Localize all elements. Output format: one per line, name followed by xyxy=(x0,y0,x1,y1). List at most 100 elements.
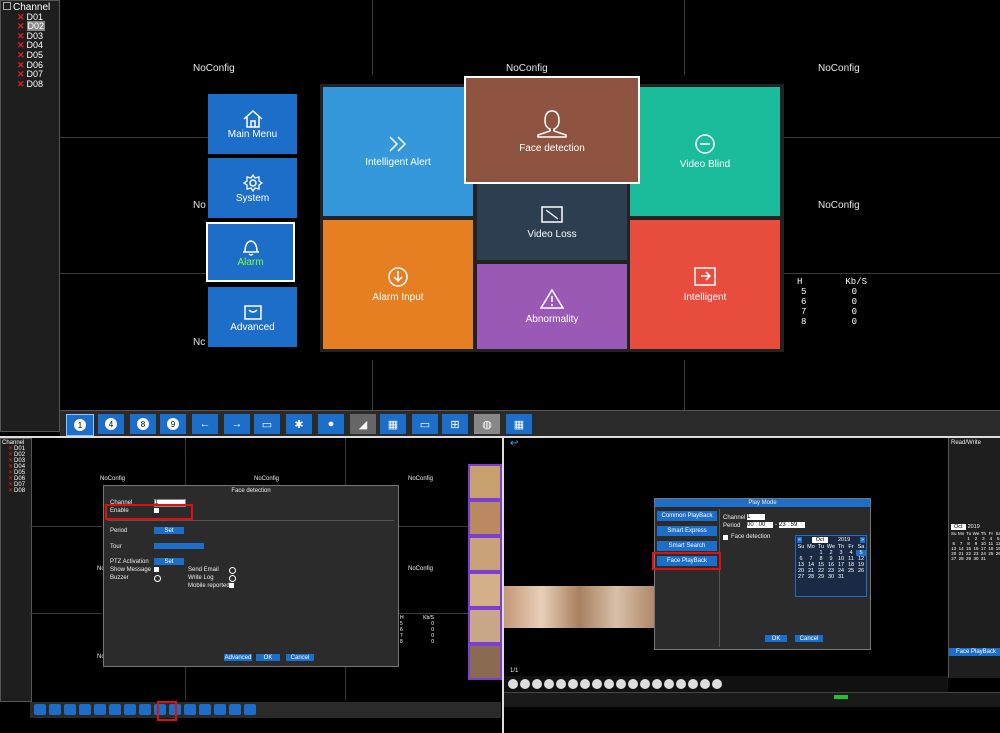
side-year-select[interactable]: 2019 xyxy=(968,524,980,530)
network-icon[interactable] xyxy=(214,704,226,715)
playback-control-icon[interactable] xyxy=(712,679,722,689)
image-icon[interactable]: ▦ xyxy=(380,414,406,434)
side-month-select[interactable]: Oct xyxy=(951,524,966,530)
playback-control-icon[interactable] xyxy=(628,679,638,689)
playback-control-icon[interactable] xyxy=(556,679,566,689)
calendar-day[interactable]: 30 xyxy=(826,574,836,580)
next-arrow-icon[interactable] xyxy=(109,704,121,715)
back-icon[interactable]: ↩ xyxy=(510,438,518,449)
channel-select[interactable]: 1 xyxy=(747,514,765,520)
calendar-day[interactable]: 31 xyxy=(836,574,846,580)
advanced-button[interactable]: Advanced xyxy=(208,287,297,347)
hdd-icon[interactable] xyxy=(229,704,241,715)
system-button[interactable]: System xyxy=(208,158,297,218)
channel-tree-item[interactable]: ✕D08 xyxy=(8,488,30,494)
playback-control-icon[interactable] xyxy=(640,679,650,689)
calendar-day[interactable]: 25 xyxy=(987,551,994,556)
calendar-day[interactable]: 25 xyxy=(846,568,856,574)
monitor-icon[interactable] xyxy=(199,704,211,715)
main-menu-button[interactable]: Main Menu xyxy=(208,94,297,154)
playback-control-icon[interactable] xyxy=(604,679,614,689)
layout-9-button[interactable] xyxy=(79,704,91,715)
grid-icon[interactable]: ▦ xyxy=(506,414,532,434)
mobile-reported-checkbox[interactable] xyxy=(229,583,234,588)
layout-8-button[interactable] xyxy=(64,704,76,715)
playback-control-icon[interactable] xyxy=(568,679,578,689)
ptz-set-button[interactable]: Set xyxy=(154,558,184,565)
send-email-checkbox[interactable] xyxy=(229,567,236,574)
ok-button[interactable]: OK xyxy=(256,654,280,661)
playback-control-icon[interactable] xyxy=(700,679,710,689)
layout-1-button[interactable] xyxy=(34,704,46,715)
previous-arrow-icon[interactable] xyxy=(94,704,106,715)
cancel-button[interactable]: Cancel xyxy=(286,654,314,661)
show-message-checkbox[interactable] xyxy=(154,567,159,572)
playback-control-icon[interactable] xyxy=(616,679,626,689)
face-detection-tile[interactable]: Face detection xyxy=(464,76,640,184)
video-blind-tile[interactable]: Video Blind xyxy=(630,87,780,216)
calendar-day[interactable]: 30 xyxy=(972,556,979,561)
face-detection-checkbox[interactable] xyxy=(723,535,728,540)
playback-control-icon[interactable] xyxy=(532,679,542,689)
channel-tree-item[interactable]: ✕D08 xyxy=(17,79,57,90)
monitor-icon[interactable]: ▭ xyxy=(412,414,438,434)
network-icon[interactable]: ⊞ xyxy=(442,414,468,434)
prev-month-icon[interactable]: « xyxy=(797,537,803,543)
intelligent-tile[interactable]: Intelligent xyxy=(630,220,780,349)
calendar-day[interactable]: 31 xyxy=(980,556,987,561)
user-icon[interactable]: ● xyxy=(318,414,344,434)
playback-control-icon[interactable] xyxy=(664,679,674,689)
year-select[interactable]: 2019 xyxy=(838,537,850,543)
playback-control-icon[interactable] xyxy=(580,679,590,689)
motion-icon[interactable] xyxy=(139,704,151,715)
layout-4-button[interactable] xyxy=(49,704,61,715)
record-icon[interactable]: ▭ xyxy=(254,414,280,434)
layout-1-button[interactable]: 1 xyxy=(66,414,94,436)
abnormality-tile[interactable]: Abnormality xyxy=(477,264,627,349)
next-arrow-icon[interactable]: → xyxy=(224,414,250,434)
playback-control-icon[interactable] xyxy=(520,679,530,689)
intelligent-alert-tile[interactable]: Intelligent Alert xyxy=(323,87,473,216)
period-set-button[interactable]: Set xyxy=(154,527,184,534)
ok-button[interactable]: OK xyxy=(765,635,787,642)
playback-control-icon[interactable] xyxy=(508,679,518,689)
calendar-day[interactable]: 26 xyxy=(995,551,1000,556)
calendar-day[interactable]: 28 xyxy=(806,574,816,580)
period-to-input[interactable]: 23 : 59 xyxy=(779,522,805,528)
play-mode-smart-search[interactable]: Smart Search xyxy=(657,541,717,551)
calendar-day[interactable]: 27 xyxy=(796,574,806,580)
calendar-day[interactable]: 29 xyxy=(965,556,972,561)
grid-icon[interactable] xyxy=(244,704,256,715)
calendar-day[interactable]: 27 xyxy=(950,556,957,561)
playback-control-icon[interactable] xyxy=(544,679,554,689)
playback-control-icon[interactable] xyxy=(676,679,686,689)
ptz-icon[interactable]: ◢ xyxy=(350,414,376,434)
motion-icon[interactable]: ✱ xyxy=(286,414,312,434)
layout-8-button[interactable]: 8 xyxy=(130,414,156,434)
tour-channel-checkboxes[interactable] xyxy=(154,543,204,549)
face-thumbnail[interactable] xyxy=(468,608,502,644)
layout-9-button[interactable]: 9 xyxy=(160,414,186,434)
playback-control-icon[interactable] xyxy=(592,679,602,689)
face-thumbnail[interactable] xyxy=(468,464,502,500)
face-thumbnail[interactable] xyxy=(468,644,502,680)
image-icon[interactable] xyxy=(184,704,196,715)
month-select[interactable]: Oct xyxy=(811,537,829,543)
advanced-button[interactable]: Advanced xyxy=(224,654,252,661)
period-from-input[interactable]: 00 : 00 xyxy=(747,522,773,528)
video-loss-tile[interactable]: Video Loss xyxy=(477,184,627,260)
calendar-day[interactable]: 29 xyxy=(816,574,826,580)
playback-control-icon[interactable] xyxy=(688,679,698,689)
alarm-input-tile[interactable]: Alarm Input xyxy=(323,220,473,349)
write-log-checkbox[interactable] xyxy=(229,575,236,582)
face-thumbnail[interactable] xyxy=(468,572,502,608)
previous-arrow-icon[interactable]: ← xyxy=(192,414,218,434)
cancel-button[interactable]: Cancel xyxy=(795,635,823,642)
next-month-icon[interactable]: » xyxy=(859,537,865,543)
playback-control-icon[interactable] xyxy=(652,679,662,689)
play-mode-common-playback[interactable]: Common PlayBack xyxy=(657,511,717,521)
timeline[interactable] xyxy=(504,692,1000,707)
layout-4-button[interactable]: 4 xyxy=(98,414,124,434)
record-icon[interactable] xyxy=(124,704,136,715)
calendar-day[interactable]: 28 xyxy=(957,556,964,561)
